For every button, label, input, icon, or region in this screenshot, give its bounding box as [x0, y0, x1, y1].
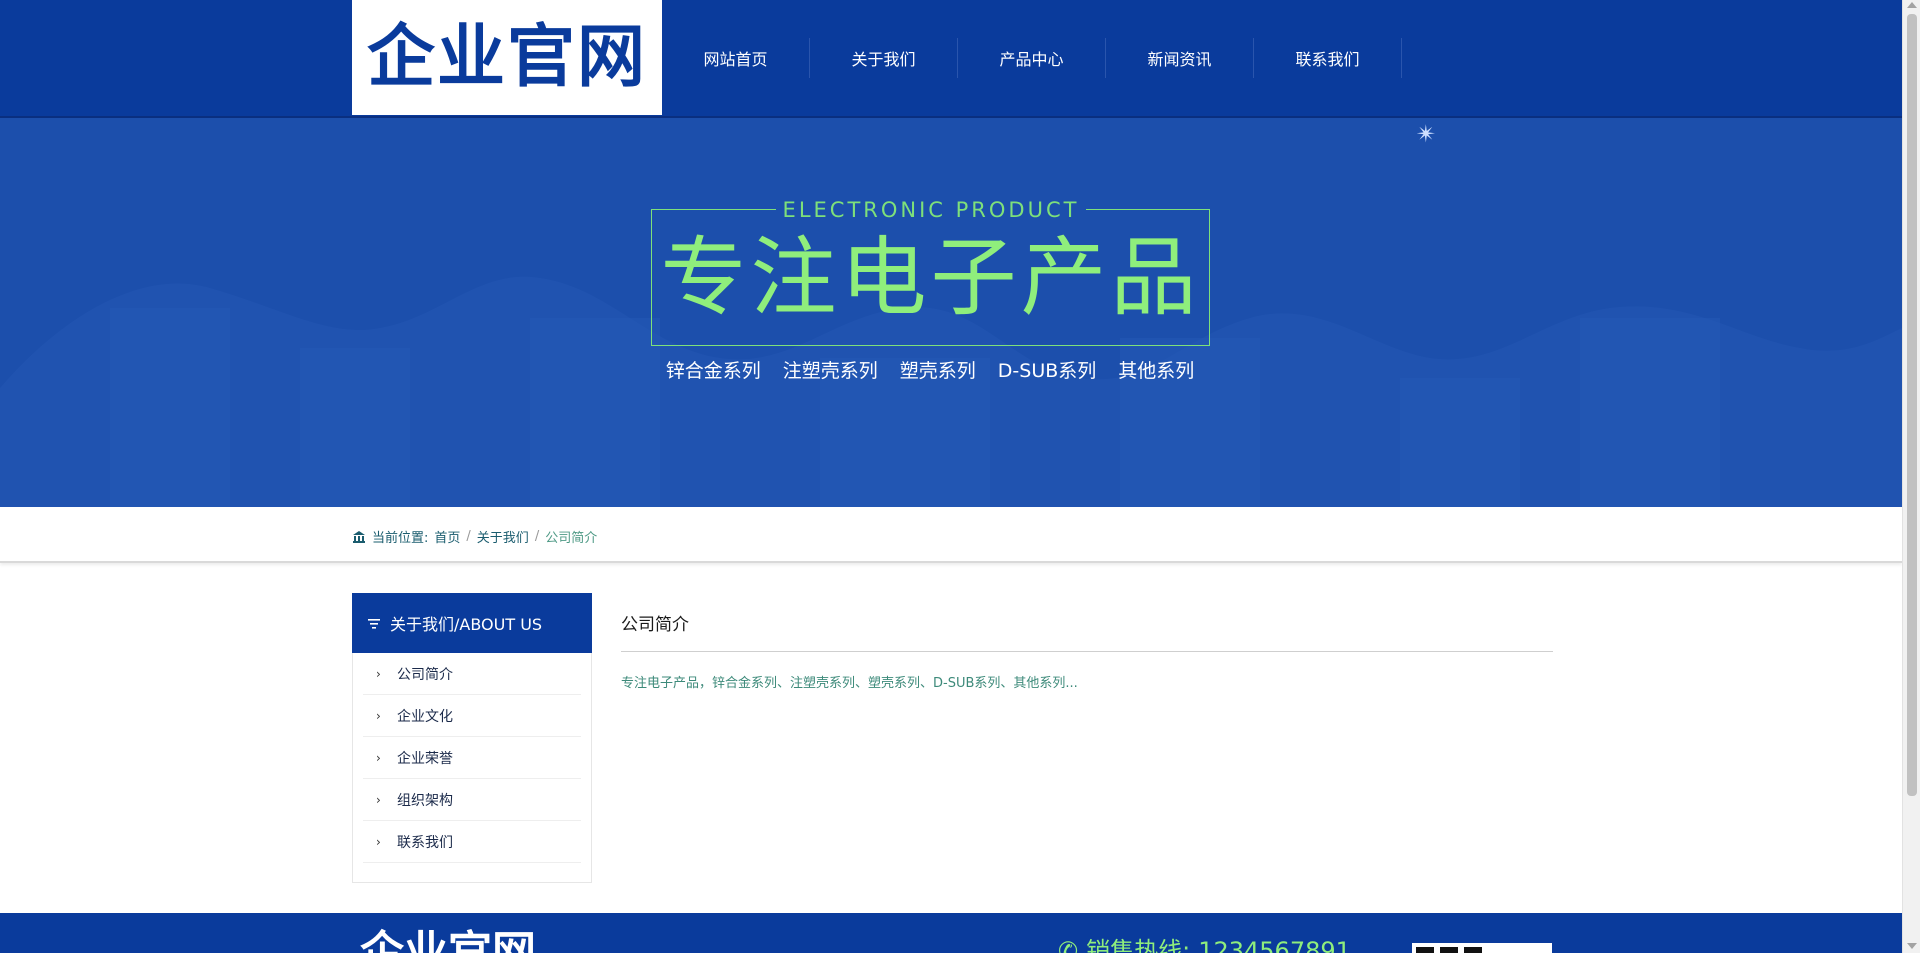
sidebar-menu: › 公司简介 › 企业文化 › 企业荣誉 › 组织架构 › 联系我们	[352, 653, 592, 883]
content-title: 公司简介	[621, 615, 689, 635]
nav-item-about[interactable]: 关于我们	[810, 38, 958, 78]
chevron-right-icon: ›	[376, 834, 381, 849]
chevron-right-icon: ›	[376, 750, 381, 765]
sidebar-item-structure[interactable]: › 组织架构	[363, 779, 581, 821]
phone-icon: ✆	[1058, 937, 1079, 953]
content-divider	[621, 651, 1553, 652]
hero-banner: ✴ ELECTRONIC PRODUCT 专注电子产品 锌合金系列 注塑壳系列 …	[0, 118, 1902, 507]
sidebar-title: 关于我们/ABOUT US	[390, 615, 543, 634]
sidebar-item-label: 公司简介	[397, 666, 453, 683]
breadcrumb: 当前位置: 首页 / 关于我们 / 公司简介	[352, 527, 597, 546]
series-item: 塑壳系列	[899, 360, 976, 382]
scroll-up-icon[interactable]	[1907, 2, 1917, 8]
footer-hotline: ✆ 销售热线: 1234567891	[1058, 939, 1351, 953]
hotline-label: 销售热线:	[1086, 937, 1191, 953]
logo[interactable]: 企业官网	[352, 0, 662, 115]
breadcrumb-link-home[interactable]: 首页	[434, 527, 460, 546]
sidebar-item-label: 企业荣誉	[397, 750, 453, 767]
hotline-number: 1234567891	[1198, 937, 1351, 953]
series-item: 其他系列	[1118, 360, 1195, 382]
nav-item-news[interactable]: 新闻资讯	[1106, 38, 1254, 78]
chevron-right-icon: ›	[376, 708, 381, 723]
page-scrollbar[interactable]	[1902, 0, 1920, 953]
series-item: 锌合金系列	[665, 360, 761, 382]
site-header: 企业官网 网站首页 关于我们 产品中心 新闻资讯 联系我们	[0, 0, 1902, 118]
sidebar-item-honors[interactable]: › 企业荣誉	[363, 737, 581, 779]
home-icon	[352, 530, 366, 543]
filter-icon	[368, 614, 380, 633]
logo-text: 企业官网	[366, 17, 647, 97]
qr-code	[1412, 943, 1552, 953]
sidebar-item-label: 企业文化	[397, 708, 453, 725]
scrollbar-thumb[interactable]	[1907, 14, 1917, 796]
breadcrumb-separator: /	[466, 529, 471, 544]
banner-headline: 专注电子产品	[660, 228, 1201, 328]
chevron-right-icon: ›	[376, 792, 381, 807]
nav-item-products[interactable]: 产品中心	[958, 38, 1106, 78]
sidebar-item-company-profile[interactable]: › 公司简介	[363, 653, 581, 695]
chevron-right-icon: ›	[376, 666, 381, 681]
breadcrumb-current: 公司简介	[545, 531, 598, 546]
series-item: D-SUB系列	[997, 360, 1097, 382]
scroll-down-icon[interactable]	[1907, 943, 1917, 949]
series-item: 注塑壳系列	[782, 360, 878, 382]
site-footer: 企业官网 ✆ 销售热线: 1234567891	[0, 913, 1902, 953]
sparkle-icon: ✴	[1416, 120, 1437, 148]
sidebar-item-contact[interactable]: › 联系我们	[363, 821, 581, 863]
nav-item-contact[interactable]: 联系我们	[1254, 38, 1402, 78]
series-list: 锌合金系列 注塑壳系列 塑壳系列 D-SUB系列 其他系列	[660, 356, 1200, 383]
banner-subtitle: ELECTRONIC PRODUCT	[776, 198, 1086, 222]
main-nav: 网站首页 关于我们 产品中心 新闻资讯 联系我们	[662, 38, 1402, 78]
sidebar-header: 关于我们/ABOUT US	[352, 593, 592, 653]
nav-item-home[interactable]: 网站首页	[662, 38, 810, 78]
footer-logo: 企业官网	[360, 927, 536, 953]
sidebar-item-culture[interactable]: › 企业文化	[363, 695, 581, 737]
content-body: 专注电子产品，锌合金系列、注塑壳系列、塑壳系列、D-SUB系列、其他系列...	[621, 676, 1078, 691]
breadcrumb-prefix: 当前位置:	[372, 531, 429, 546]
breadcrumb-link-about[interactable]: 关于我们	[477, 527, 529, 546]
sidebar-item-label: 联系我们	[397, 834, 453, 851]
sidebar-item-label: 组织架构	[397, 792, 453, 809]
breadcrumb-bar: 当前位置: 首页 / 关于我们 / 公司简介	[0, 507, 1902, 563]
breadcrumb-separator: /	[534, 529, 540, 544]
